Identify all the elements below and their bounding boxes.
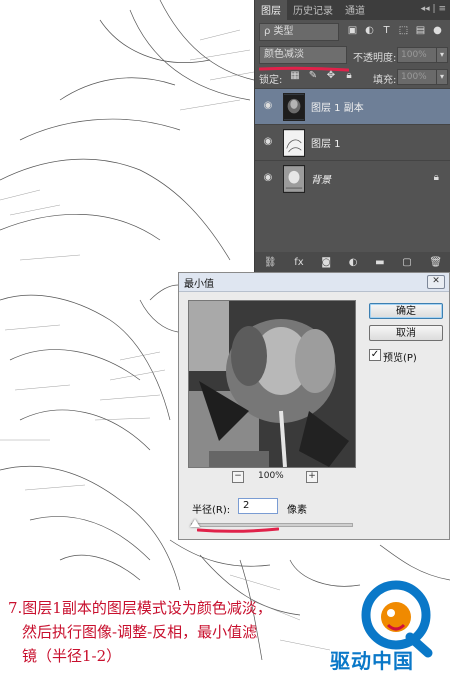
eye-icon[interactable]: ◉ bbox=[261, 100, 275, 112]
padlock-icon: 🔒︎ bbox=[433, 172, 439, 183]
lock-transparency-icon[interactable]: ▦ bbox=[289, 70, 301, 82]
adjustment-filter-icon[interactable]: ◐ bbox=[364, 25, 375, 36]
folder-icon[interactable]: ▬ bbox=[375, 257, 384, 268]
tab-layers[interactable]: 图层 bbox=[255, 0, 287, 20]
eye-icon[interactable]: ◉ bbox=[261, 136, 275, 148]
layer-name: 背景 bbox=[311, 175, 331, 186]
annotation-line-2: 然后执行图像-调整-反相，最小值滤 bbox=[22, 623, 258, 641]
fill-dropdown-icon[interactable]: ▾ bbox=[436, 69, 448, 85]
fx-icon[interactable]: fx bbox=[294, 257, 303, 268]
pixel-filter-icon[interactable]: ▣ bbox=[347, 25, 358, 36]
annotation-line-1: 7.图层1副本的图层模式设为颜色减淡， bbox=[8, 599, 272, 617]
tab-channels[interactable]: 通道 bbox=[339, 0, 371, 20]
preview-label: 预览(P) bbox=[383, 353, 417, 364]
close-icon[interactable]: ✕ bbox=[427, 275, 445, 289]
panel-menu-icon[interactable]: ◂◂ | ≡ bbox=[421, 4, 446, 14]
fill-input[interactable]: 100% bbox=[397, 69, 437, 85]
zoom-out-button[interactable]: − bbox=[232, 471, 244, 483]
step-annotation: 7.图层1副本的图层模式设为颜色减淡， 然后执行图像-调整-反相，最小值滤 镜（… bbox=[8, 596, 368, 668]
link-icon[interactable]: ⛓ bbox=[264, 257, 277, 268]
blend-row: 颜色减淡 不透明度: 100% ▾ bbox=[255, 46, 450, 66]
layer-row-1[interactable]: ◉ 图层 1 bbox=[255, 124, 450, 160]
mask-icon[interactable]: ◙ bbox=[321, 257, 331, 268]
preview-zoom-row: − 100% + bbox=[188, 471, 354, 485]
new-layer-icon[interactable]: ▢ bbox=[402, 257, 411, 268]
zoom-in-button[interactable]: + bbox=[306, 471, 318, 483]
zoom-value: 100% bbox=[258, 471, 284, 481]
smart-object-filter-icon[interactable]: ▤ bbox=[415, 25, 426, 36]
trash-icon[interactable]: 🗑︎ bbox=[429, 257, 442, 268]
panel-tabs: 图层 历史记录 通道 ◂◂ | ≡ bbox=[255, 0, 450, 20]
shape-filter-icon[interactable]: ⬚ bbox=[398, 25, 409, 36]
ok-button[interactable]: 确定 bbox=[369, 303, 443, 319]
lock-position-icon[interactable]: ✥ bbox=[325, 70, 337, 82]
opacity-label: 不透明度: bbox=[353, 53, 397, 64]
layer-name: 图层 1 副本 bbox=[311, 103, 364, 114]
layer-thumbnail bbox=[283, 93, 305, 121]
tab-history[interactable]: 历史记录 bbox=[287, 0, 339, 20]
radius-highlight bbox=[197, 527, 279, 533]
dialog-titlebar[interactable]: 最小值 ✕ bbox=[179, 273, 449, 292]
lock-all-icon[interactable]: 🔒︎ bbox=[343, 70, 355, 82]
lock-label: 锁定: bbox=[259, 75, 283, 86]
filter-toggle-icon[interactable]: ● bbox=[432, 25, 443, 36]
lock-row: 锁定: ▦ ✎ ✥ 🔒︎ 填充: 100% ▾ bbox=[255, 69, 450, 87]
filter-preview-image[interactable] bbox=[188, 300, 356, 468]
annotation-line-3: 镜（半径1-2） bbox=[22, 647, 122, 665]
radius-unit: 像素 bbox=[287, 505, 307, 516]
radius-input[interactable]: 2 bbox=[238, 498, 278, 514]
opacity-dropdown-icon[interactable]: ▾ bbox=[436, 47, 448, 63]
adjustment-icon[interactable]: ◐ bbox=[349, 257, 358, 268]
kind-filter-row: ρ 类型 ▣ ◐ T ⬚ ▤ ● bbox=[255, 23, 450, 43]
layer-thumbnail bbox=[283, 165, 305, 193]
eye-icon[interactable]: ◉ bbox=[261, 172, 275, 184]
minimum-filter-dialog: 最小值 ✕ − 100% + 确定 取消 ✓ 预览(P) 半径(R): 2 像素 bbox=[178, 272, 450, 540]
layer-row-copy[interactable]: ◉ 图层 1 副本 bbox=[255, 88, 450, 124]
layers-bottom-bar: ⛓ fx ◙ ◐ ▬ ▢ 🗑︎ bbox=[255, 252, 450, 272]
type-filter-icon[interactable]: T bbox=[381, 25, 392, 36]
kind-filter-select[interactable]: ρ 类型 bbox=[259, 23, 339, 41]
layer-thumbnail bbox=[283, 129, 305, 157]
radius-label: 半径(R): bbox=[192, 505, 231, 516]
layers-panel: 图层 历史记录 通道 ◂◂ | ≡ ρ 类型 ▣ ◐ T ⬚ ▤ ● 颜色减淡 … bbox=[254, 0, 450, 272]
fill-label: 填充: bbox=[373, 75, 397, 86]
opacity-input[interactable]: 100% bbox=[397, 47, 437, 63]
cancel-button[interactable]: 取消 bbox=[369, 325, 443, 341]
layer-row-background[interactable]: ◉ 背景 🔒︎ bbox=[255, 160, 450, 196]
layer-name: 图层 1 bbox=[311, 139, 341, 150]
blend-mode-select[interactable]: 颜色减淡 bbox=[259, 46, 347, 64]
lock-brush-icon[interactable]: ✎ bbox=[307, 70, 319, 82]
logo-text: 驱动中国 bbox=[330, 649, 414, 673]
preview-checkbox[interactable]: ✓ bbox=[369, 349, 381, 361]
dialog-title: 最小值 bbox=[184, 279, 214, 290]
